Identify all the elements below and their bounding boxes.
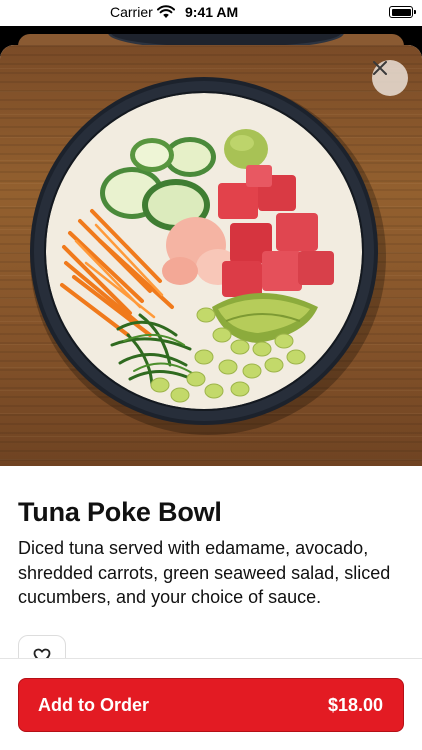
carrier-label: Carrier: [110, 4, 153, 20]
product-description: Diced tuna served with edamame, avocado,…: [18, 538, 391, 607]
poke-bowl-illustration: [30, 77, 386, 435]
battery-icon: [389, 6, 416, 18]
order-bar: Add to Order $18.00: [0, 658, 422, 750]
status-time: 9:41 AM: [185, 4, 239, 20]
order-price: $18.00: [327, 695, 383, 715]
add-to-order-label: Add to Order: [38, 695, 149, 715]
product-detail-sheet: Tuna Poke Bowl Diced tuna served with ed…: [0, 45, 422, 750]
product-image: [0, 45, 422, 466]
wifi-icon: [157, 5, 175, 18]
status-bar: Carrier 9:41 AM: [0, 0, 422, 26]
product-title: Tuna Poke Bowl: [18, 497, 222, 527]
add-to-order-button[interactable]: Add to Order $18.00: [18, 678, 404, 732]
close-icon: [373, 61, 387, 75]
close-button[interactable]: [372, 60, 408, 96]
